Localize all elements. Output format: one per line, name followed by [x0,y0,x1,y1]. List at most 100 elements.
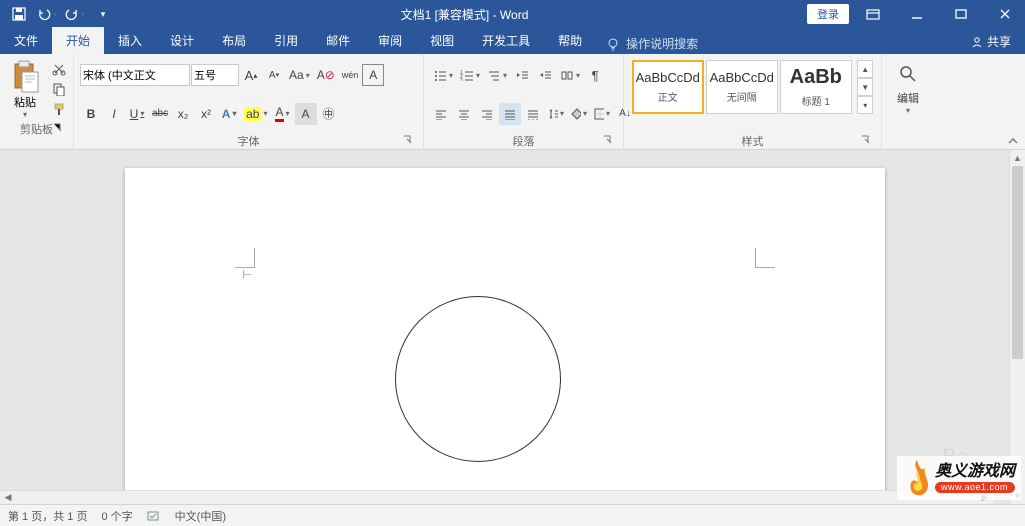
grow-font-button[interactable]: A▴ [240,64,262,86]
scroll-thumb[interactable] [1012,166,1023,359]
group-editing: 编辑 ▾ [882,54,934,149]
tab-insert[interactable]: 插入 [104,27,156,54]
style-preview: AaBbCcDd [636,70,700,85]
tab-design[interactable]: 设计 [156,27,208,54]
copy-button[interactable] [48,80,70,98]
font-size-combo[interactable] [191,64,239,86]
shrink-font-button[interactable]: A▾ [263,64,285,86]
font-color-button[interactable]: A [272,103,294,125]
bold-button[interactable]: B [80,103,102,125]
flame-icon [903,458,931,498]
change-case-button[interactable]: Aa [286,64,313,86]
vertical-scrollbar[interactable]: ▲ ▼ [1009,150,1025,504]
underline-button[interactable]: U [126,103,148,125]
tab-file[interactable]: 文件 [0,27,52,54]
scroll-left-button[interactable]: ◀ [0,491,16,504]
redo-button[interactable] [62,2,88,26]
superscript-button[interactable]: x² [195,103,217,125]
login-button[interactable]: 登录 [807,4,849,24]
save-button[interactable] [6,2,32,26]
collapse-ribbon-button[interactable] [1007,135,1019,147]
style-name: 标题 1 [802,93,830,108]
quick-access-toolbar: ▾ [0,2,122,26]
group-styles: AaBbCcDd 正文 AaBbCcDd 无间隔 AaBb 标题 1 ▲ ▼ ▾… [624,54,882,149]
styles-scroll-up[interactable]: ▲ [857,60,873,78]
close-button[interactable] [985,0,1025,28]
strikethrough-button[interactable]: abc [149,103,171,125]
ribbon: 粘贴 ▾ 剪贴板 A▴ A▾ Aa A⊘ wén A [0,54,1025,150]
clear-formatting-button[interactable]: A⊘ [314,64,338,86]
search-icon [898,64,918,84]
undo-button[interactable] [34,2,60,26]
style-heading1[interactable]: AaBb 标题 1 [780,60,852,114]
minimize-button[interactable] [897,0,937,28]
status-spellcheck[interactable] [147,510,161,522]
numbering-button[interactable]: 123 [457,64,483,86]
tab-mailings[interactable]: 邮件 [312,27,364,54]
asian-layout-button[interactable] [557,64,583,86]
font-name-combo[interactable] [80,64,190,86]
borders-button[interactable] [591,103,613,125]
bullets-button[interactable] [430,64,456,86]
status-page[interactable]: 第 1 页，共 1 页 [8,508,87,524]
increase-indent-button[interactable] [534,64,556,86]
title-bar: ▾ 文档1 [兼容模式] - Word 登录 [0,0,1025,28]
line-spacing-button[interactable] [545,103,567,125]
paragraph-launcher[interactable] [603,135,615,147]
distributed-button[interactable] [522,103,544,125]
phonetic-guide-button[interactable]: wén [339,64,362,86]
cut-button[interactable] [48,60,70,78]
styles-scroll-down[interactable]: ▼ [857,78,873,96]
paste-button[interactable]: 粘贴 ▾ [6,58,44,121]
tab-layout[interactable]: 布局 [208,27,260,54]
editing-button[interactable]: 编辑 ▾ [888,56,928,117]
horizontal-scrollbar[interactable]: ◀ ▶ [0,490,993,504]
character-border-button[interactable]: A [362,64,384,86]
circle-shape[interactable] [395,296,561,462]
character-shading-button[interactable]: A [295,103,317,125]
style-preview: AaBbCcDd [710,70,774,85]
window-title: 文档1 [兼容模式] - Word [122,6,807,23]
tab-help[interactable]: 帮助 [544,27,596,54]
paste-label: 粘贴 [14,94,36,110]
subscript-button[interactable]: x₂ [172,103,194,125]
tab-review[interactable]: 审阅 [364,27,416,54]
styles-expand[interactable]: ▾ [857,96,873,114]
status-word-count[interactable]: 0 个字 [101,508,132,524]
tab-home[interactable]: 开始 [52,27,104,54]
watermark-title: 奥义游戏网 [935,464,1015,480]
tab-developer[interactable]: 开发工具 [468,27,544,54]
styles-launcher[interactable] [861,135,873,147]
clipboard-launcher[interactable] [53,123,65,135]
show-marks-button[interactable]: ¶ [584,64,606,86]
font-launcher[interactable] [403,135,415,147]
tab-view[interactable]: 视图 [416,27,468,54]
maximize-button[interactable] [941,0,981,28]
qat-customize-button[interactable]: ▾ [90,2,116,26]
share-button[interactable]: 共享 [957,33,1025,50]
style-preview: AaBb [790,66,842,89]
justify-button[interactable] [499,103,521,125]
multilevel-list-button[interactable] [484,64,510,86]
style-name: 无间隔 [727,89,757,104]
highlight-button[interactable]: ab [241,103,270,125]
italic-button[interactable]: I [103,103,125,125]
tab-references[interactable]: 引用 [260,27,312,54]
ribbon-display-options-button[interactable] [853,0,893,28]
decrease-indent-button[interactable] [511,64,533,86]
align-center-button[interactable] [453,103,475,125]
status-language[interactable]: 中文(中国) [175,508,226,524]
style-normal[interactable]: AaBbCcDd 正文 [632,60,704,114]
ribbon-tabs: 文件 开始 插入 设计 布局 引用 邮件 审阅 视图 开发工具 帮助 操作说明搜… [0,28,1025,54]
shading-button[interactable] [568,103,590,125]
margin-corner-tl [235,248,255,268]
text-effects-button[interactable]: A [218,103,240,125]
tell-me-search[interactable]: 操作说明搜索 [596,35,708,52]
align-right-button[interactable] [476,103,498,125]
page[interactable]: ⊢ [125,168,885,504]
enclose-characters-button[interactable]: ㊥ [318,103,340,125]
scroll-up-button[interactable]: ▲ [1010,150,1025,166]
align-left-button[interactable] [430,103,452,125]
format-painter-button[interactable] [48,100,70,118]
style-nospacing[interactable]: AaBbCcDd 无间隔 [706,60,778,114]
